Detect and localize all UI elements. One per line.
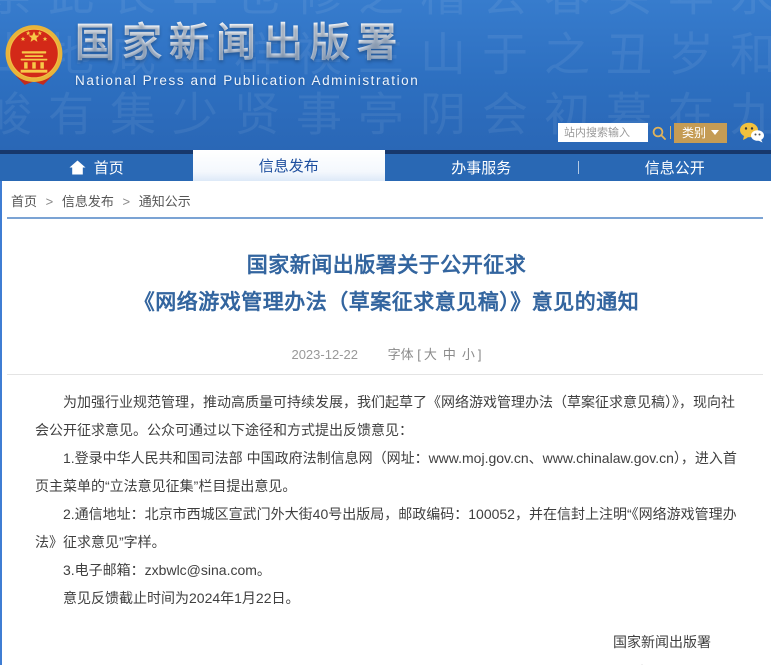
font-size-large[interactable]: 大 <box>424 347 437 362</box>
article-title: 国家新闻出版署关于公开征求 《网络游戏管理办法（草案征求意见稿）》意见的通知 <box>42 247 731 321</box>
breadcrumb-info-release-link[interactable]: 信息发布 <box>62 194 114 209</box>
paragraph-intro: 为加强行业规范管理，推动高质量可持续发展，我们起草了《网络游戏管理办法（草案征求… <box>35 388 738 444</box>
search-icon <box>652 126 666 140</box>
font-bracket-open: [ <box>417 347 421 362</box>
breadcrumb-separator: > <box>46 194 54 209</box>
search-bar: 类别 <box>558 122 765 143</box>
publish-date: 2023-12-22 <box>291 347 358 362</box>
font-size-small[interactable]: 小 <box>462 347 475 362</box>
national-emblem-icon <box>5 24 63 90</box>
signature-agency: 国家新闻出版署 <box>2 627 711 657</box>
article-body: 为加强行业规范管理，推动高质量可持续发展，我们起草了《网络游戏管理办法（草案征求… <box>35 388 738 612</box>
paragraph-channel-1: 1.登录中华人民共和国司法部 中国政府法制信息网（网址：www.moj.gov.… <box>35 444 738 500</box>
home-icon <box>69 160 86 175</box>
search-input[interactable] <box>558 123 648 142</box>
signature-date: 2023年12月22日 <box>2 657 711 665</box>
font-size-controls: 字体 [大中小] <box>388 347 482 362</box>
font-size-medium[interactable]: 中 <box>443 347 456 362</box>
search-button[interactable] <box>648 122 670 143</box>
site-header: 永和九年岁在癸丑暮春之初会于会稽山阴之兰亭修禊事也群贤毕至少长咸集此地有崇山峻岭… <box>0 0 771 150</box>
meta-divider <box>7 374 763 375</box>
brand-text: 国家新闻出版署 National Press and Publication A… <box>75 20 419 88</box>
nav-item-label: 办事服务 <box>451 157 511 178</box>
nav-item-label: 首页 <box>94 157 124 178</box>
brand: 国家新闻出版署 National Press and Publication A… <box>5 20 419 90</box>
breadcrumb-home-link[interactable]: 首页 <box>11 194 37 209</box>
signature-block: 国家新闻出版署 2023年12月22日 <box>2 627 771 665</box>
font-bracket-close: ] <box>478 347 482 362</box>
nav-item-info-disclosure[interactable]: 信息公开 <box>579 154 771 181</box>
search-divider <box>670 126 671 139</box>
font-size-label: 字体 <box>388 347 414 362</box>
paragraph-channel-3: 3.电子邮箱：zxbwlc@sina.com。 <box>35 556 738 584</box>
nav-item-label: 信息公开 <box>645 157 705 178</box>
nav-item-label: 信息发布 <box>259 155 319 176</box>
breadcrumb-separator: > <box>123 194 131 209</box>
paragraph-deadline: 意见反馈截止时间为2024年1月22日。 <box>35 584 738 612</box>
breadcrumb-notice-link[interactable]: 通知公示 <box>139 194 191 209</box>
search-category-dropdown[interactable]: 类别 <box>674 123 727 143</box>
article-title-line1: 国家新闻出版署关于公开征求 <box>247 254 527 277</box>
breadcrumb-divider <box>7 217 763 219</box>
content-area: 首页 > 信息发布 > 通知公示 国家新闻出版署关于公开征求 《网络游戏管理办法… <box>0 181 771 665</box>
wechat-icon[interactable] <box>739 122 765 143</box>
breadcrumb: 首页 > 信息发布 > 通知公示 <box>2 181 771 217</box>
page: 永和九年岁在癸丑暮春之初会于会稽山阴之兰亭修禊事也群贤毕至少长咸集此地有崇山峻岭… <box>0 0 771 665</box>
category-label: 类别 <box>682 124 706 141</box>
nav-item-home[interactable]: 首页 <box>0 154 193 181</box>
nav-item-services[interactable]: 办事服务 <box>385 154 578 181</box>
article-meta: 2023-12-22 字体 [大中小] <box>2 344 771 363</box>
site-subtitle: National Press and Publication Administr… <box>75 73 419 88</box>
main-nav: 首页 信息发布 办事服务 信息公开 <box>0 150 771 181</box>
article-title-line2: 《网络游戏管理办法（草案征求意见稿）》意见的通知 <box>134 291 640 314</box>
nav-item-info-release[interactable]: 信息发布 <box>193 150 386 181</box>
paragraph-channel-2: 2.通信地址：北京市西城区宣武门外大街40号出版局，邮政编码：100052，并在… <box>35 500 738 556</box>
chevron-down-icon <box>711 130 719 135</box>
site-title: 国家新闻出版署 <box>75 20 419 66</box>
